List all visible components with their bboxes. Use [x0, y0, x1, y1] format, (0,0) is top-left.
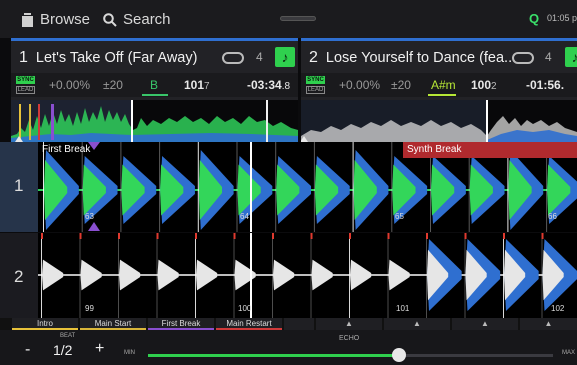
hot-cue-bar: Intro Main Start First Break Main Restar… [0, 318, 577, 330]
deck-2-sync-button[interactable]: SYNC [306, 76, 325, 84]
triangle-up-icon: ▲ [544, 319, 553, 328]
beat-number: 102 [551, 304, 565, 313]
hot-cue-7[interactable]: ▲ [384, 318, 450, 330]
cue-marker-icon [88, 142, 100, 150]
hot-cue-2[interactable]: Main Start [80, 318, 146, 330]
deck-1-key[interactable]: B [150, 78, 158, 92]
deck-1-loop-count: 4 [256, 50, 263, 64]
lane-1-label[interactable]: 1 [0, 142, 38, 232]
deck-2-track-title: Lose Yourself to Dance (fea... [325, 50, 517, 66]
hot-cue-4[interactable]: Main Restart [216, 318, 282, 330]
clock: 01:05 pm [547, 13, 577, 23]
deck-2-pitch-range[interactable]: ±20 [391, 78, 411, 92]
hot-cue-4-label: Main Restart [226, 319, 272, 328]
beat-value: 1/2 [53, 342, 73, 358]
search-icon [103, 12, 117, 27]
triangle-up-icon: ▲ [481, 319, 489, 328]
beat-number: 65 [395, 212, 404, 221]
cue-label-synth-break: Synth Break [403, 142, 577, 158]
deck-2-time-remaining: -01:56. [526, 78, 565, 92]
deck-1-bpm: 1017 [184, 78, 210, 92]
deck-2-active-bar [301, 38, 577, 41]
browse-label: Browse [40, 11, 91, 28]
deck-2-overview-waveform[interactable] [301, 100, 577, 142]
deck-2-header[interactable]: 2 Lose Yourself to Dance (fea... 4 ♪ SYNC… [301, 38, 577, 100]
deck-2-waveform[interactable] [38, 233, 577, 318]
deck-1-overview-waveform[interactable] [11, 100, 298, 142]
beat-selector: - BEAT 1/2 + [13, 330, 118, 365]
deck-1-track-title: Let's Take Off (Far Away) [35, 50, 198, 66]
browse-button[interactable]: Browse [22, 11, 90, 28]
wifi-icon: Q [529, 11, 540, 26]
deck-2-title-row: 2 Lose Yourself to Dance (fea... [309, 49, 516, 67]
beat-decrease-button[interactable]: - [25, 341, 30, 359]
music-note-icon[interactable]: ♪ [275, 47, 295, 67]
hot-cue-8[interactable]: ▲ [452, 318, 518, 330]
deck-1-title-row: 1 Let's Take Off (Far Away) [19, 49, 197, 67]
deck-1-pitch-range[interactable]: ±20 [103, 78, 123, 92]
music-note-icon[interactable]: ♪ [565, 47, 577, 67]
search-label: Search [123, 11, 171, 28]
deck-2-number: 2 [309, 49, 318, 66]
fx-level-slider-knob[interactable] [392, 348, 406, 362]
lane-2-number: 2 [14, 267, 24, 286]
fx-min-label: MIN [124, 350, 135, 356]
search-button[interactable]: Search [103, 11, 171, 28]
beat-number: 99 [85, 304, 94, 313]
lane-1-number: 1 [14, 176, 24, 195]
library-icon [22, 12, 33, 27]
lane-2-label[interactable]: 2 [0, 233, 38, 318]
view-toggle-handle[interactable] [280, 16, 316, 21]
loop-icon[interactable] [222, 52, 244, 64]
deck-1-info-row: SYNC LEAD +0.00% ±20 B 1017 -03:34.8 [11, 73, 298, 97]
deck-1-key-underline [142, 94, 168, 96]
loop-icon[interactable] [512, 52, 534, 64]
hot-cue-1-label: Intro [36, 319, 53, 328]
hot-cue-6[interactable]: ▲ [316, 318, 382, 330]
deck-1-number: 1 [19, 49, 28, 66]
cue-marker-icon [88, 222, 100, 231]
hot-cue-1[interactable]: Intro [12, 318, 78, 330]
deck-2-key[interactable]: A#m [431, 78, 456, 92]
hot-cue-3-label: First Break [161, 319, 201, 328]
effect-name[interactable]: ECHO [339, 335, 359, 342]
app-root: Browse Search Q 01:05 pm 1 Let's Take Off… [0, 0, 577, 365]
deck-2-info-row: SYNC LEAD +0.00% ±20 A#m 1002 -01:56. [301, 73, 577, 97]
hot-cue-3[interactable]: First Break [148, 318, 214, 330]
deck-1-lead-badge[interactable]: LEAD [16, 86, 35, 94]
deck-1-time-remaining: -03:34.8 [247, 78, 291, 92]
beat-number: 100 [238, 304, 252, 313]
deck-2-lead-badge[interactable]: LEAD [306, 86, 325, 94]
deck-1-sync-button[interactable]: SYNC [16, 76, 35, 84]
triangle-up-icon: ▲ [345, 319, 353, 328]
beat-increase-button[interactable]: + [95, 340, 104, 358]
fx-max-label: MAX [562, 350, 576, 356]
deck-1-active-bar [11, 38, 298, 41]
hot-cue-9[interactable]: ▲ [520, 318, 577, 330]
fx-bar: - BEAT 1/2 + ECHO MIN MAX [0, 330, 577, 365]
deck-2-bpm: 1002 [471, 78, 497, 92]
cue-label-synth-break-text: Synth Break [407, 144, 462, 155]
fx-level-fill [148, 354, 399, 357]
deck-2-pitch[interactable]: +0.00% [339, 78, 380, 92]
deck-2-loop-count: 4 [545, 50, 552, 64]
deck-1-header[interactable]: 1 Let's Take Off (Far Away) 4 ♪ SYNC LEAD… [11, 38, 298, 100]
beat-label: BEAT [60, 333, 76, 339]
top-bar: Browse Search Q 01:05 pm [0, 0, 577, 38]
beat-number: 66 [548, 212, 557, 221]
deck-1-pitch[interactable]: +0.00% [49, 78, 90, 92]
hot-cue-2-label: Main Start [94, 319, 132, 328]
beat-number: 63 [85, 212, 94, 221]
deck-2-key-underline [428, 94, 456, 96]
hot-cue-5[interactable] [284, 318, 314, 330]
beat-number: 64 [240, 212, 249, 221]
beat-number: 101 [396, 304, 410, 313]
triangle-up-icon: ▲ [413, 319, 421, 328]
cue-label-first-break-text: First Break [42, 144, 91, 155]
